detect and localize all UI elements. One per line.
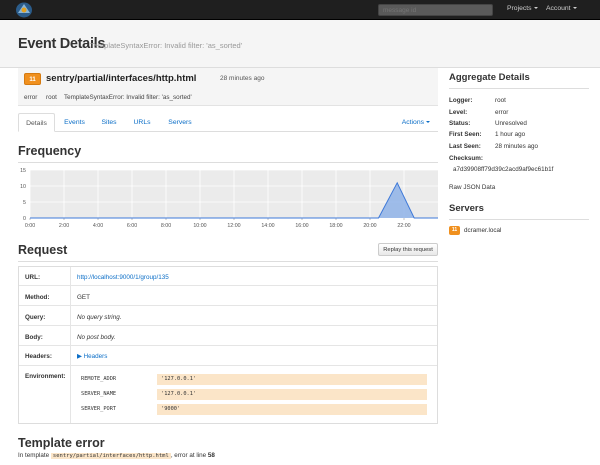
page-subtitle: TemplateSyntaxError: Invalid filter: 'as… [90, 41, 243, 50]
level-link[interactable]: error [495, 109, 508, 116]
x-tick-label: 2:00 [59, 223, 69, 229]
event-time: 28 minutes ago [220, 75, 265, 82]
search-input[interactable] [378, 4, 493, 16]
x-tick-label: 16:00 [295, 223, 308, 229]
logger-label: Logger: [449, 97, 473, 104]
x-tick-label: 14:00 [261, 223, 274, 229]
error-line-number: 58 [207, 452, 215, 459]
event-title: sentry/partial/interfaces/http.html [46, 73, 197, 84]
checksum-value: a7d39908ff79d39c2acd9af9ec61b1f [453, 166, 554, 173]
event-message: TemplateSyntaxError: Invalid filter: 'as… [64, 94, 192, 101]
x-tick-label: 10:00 [193, 223, 206, 229]
table-row: Method: GET [19, 286, 437, 306]
tab-urls[interactable]: URLs [127, 113, 157, 132]
table-row: Body: No post body. [19, 326, 437, 346]
chevron-down-icon [572, 7, 577, 10]
body-value: No post body. [77, 334, 116, 341]
chevron-down-icon [426, 121, 430, 124]
method-value: GET [77, 294, 90, 301]
tab-bar: Details Events Sites URLs Servers Action… [18, 113, 438, 132]
replay-request-button[interactable]: Replay this request [378, 243, 438, 256]
x-tick-label: 8:00 [161, 223, 171, 229]
first-seen-value: 1 hour ago [495, 131, 526, 138]
status-label: Status: [449, 120, 471, 127]
top-navbar: Projects Account [0, 0, 600, 20]
tab-servers[interactable]: Servers [162, 113, 198, 132]
environment-row: REMOTE_ADDR '127.0.0.1' [77, 374, 432, 385]
status-value: Unresolved [495, 120, 527, 127]
query-value: No query string. [77, 314, 122, 321]
environment-label: Environment: [25, 373, 66, 380]
template-file: sentry/partial/interfaces/http.html [50, 453, 171, 459]
logger-link[interactable]: root [495, 97, 506, 104]
body-label: Body: [25, 334, 43, 341]
table-row: Query: No query string. [19, 306, 437, 326]
checksum-label: Checksum: [449, 155, 483, 162]
x-tick-label: 20:00 [363, 223, 376, 229]
method-label: Method: [25, 294, 50, 301]
actions-dropdown[interactable]: Actions [402, 113, 430, 132]
frequency-heading: Frequency [18, 144, 82, 158]
y-tick-label: 5 [23, 200, 26, 206]
x-tick-label: 4:00 [93, 223, 103, 229]
env-key: SERVER_NAME [81, 391, 117, 397]
triangle-right-icon: ▶ [77, 353, 82, 360]
request-table: URL: http://localhost:9000/1/group/135 M… [18, 266, 438, 424]
x-tick-label: 18:00 [329, 223, 342, 229]
tab-events[interactable]: Events [57, 113, 92, 132]
last-seen-value: 28 minutes ago [495, 143, 539, 150]
x-tick-label: 22:00 [397, 223, 410, 229]
divider [18, 162, 438, 163]
env-value: '127.0.0.1' [157, 389, 427, 400]
event-header: 11 sentry/partial/interfaces/http.html 2… [18, 68, 438, 106]
headers-label: Headers: [25, 353, 52, 360]
server-link[interactable]: dcramer.local [464, 227, 501, 234]
aggregate-heading: Aggregate Details [449, 72, 530, 83]
server-count-badge: 11 [449, 226, 460, 235]
url-link[interactable]: http://localhost:9000/1/group/135 [77, 274, 169, 281]
environment-row: SERVER_NAME '127.0.0.1' [77, 389, 432, 400]
y-tick-label: 10 [20, 184, 26, 190]
env-key: SERVER_PORT [81, 406, 117, 412]
request-heading: Request [18, 243, 68, 257]
template-error-heading: Template error [18, 436, 105, 450]
account-menu[interactable]: Account [546, 5, 577, 12]
table-row: Headers: ▶ Headers [19, 346, 437, 366]
chevron-down-icon [533, 7, 538, 10]
url-label: URL: [25, 274, 41, 281]
sentry-logo-icon[interactable] [14, 1, 34, 19]
x-tick-label: 12:00 [227, 223, 240, 229]
level-label: Level: [449, 109, 468, 116]
table-row: URL: http://localhost:9000/1/group/135 [19, 267, 437, 286]
first-seen-label: First Seen: [449, 131, 482, 138]
table-row: Environment: REMOTE_ADDR '127.0.0.1' SER… [19, 366, 437, 423]
env-value: '127.0.0.1' [157, 374, 427, 385]
last-seen-label: Last Seen: [449, 143, 481, 150]
headers-toggle[interactable]: ▶ Headers [77, 353, 107, 360]
event-level: error [24, 94, 38, 101]
divider [18, 261, 438, 262]
y-tick-label: 15 [20, 168, 26, 174]
x-tick-label: 6:00 [127, 223, 137, 229]
env-value: '9000' [157, 404, 427, 415]
x-tick-label: 0:00 [25, 223, 35, 229]
raw-json-link[interactable]: Raw JSON Data [449, 184, 495, 191]
event-logger: root [46, 94, 57, 101]
servers-heading: Servers [449, 203, 484, 214]
projects-menu[interactable]: Projects [507, 5, 538, 12]
tab-details[interactable]: Details [18, 113, 55, 132]
frequency-chart: 0 5 10 15 0:00 2:00 4:00 6:00 8:00 10:00 12:00 14:0… [20, 168, 438, 229]
env-key: REMOTE_ADDR [81, 376, 117, 382]
y-tick-label: 0 [23, 216, 26, 222]
tab-sites[interactable]: Sites [94, 113, 124, 132]
divider [449, 219, 589, 220]
environment-row: SERVER_PORT '9000' [77, 404, 432, 415]
query-label: Query: [25, 314, 46, 321]
event-count-badge: 11 [24, 73, 41, 85]
divider [449, 88, 589, 89]
template-error-text: In template sentry/partial/interfaces/ht… [18, 452, 215, 459]
